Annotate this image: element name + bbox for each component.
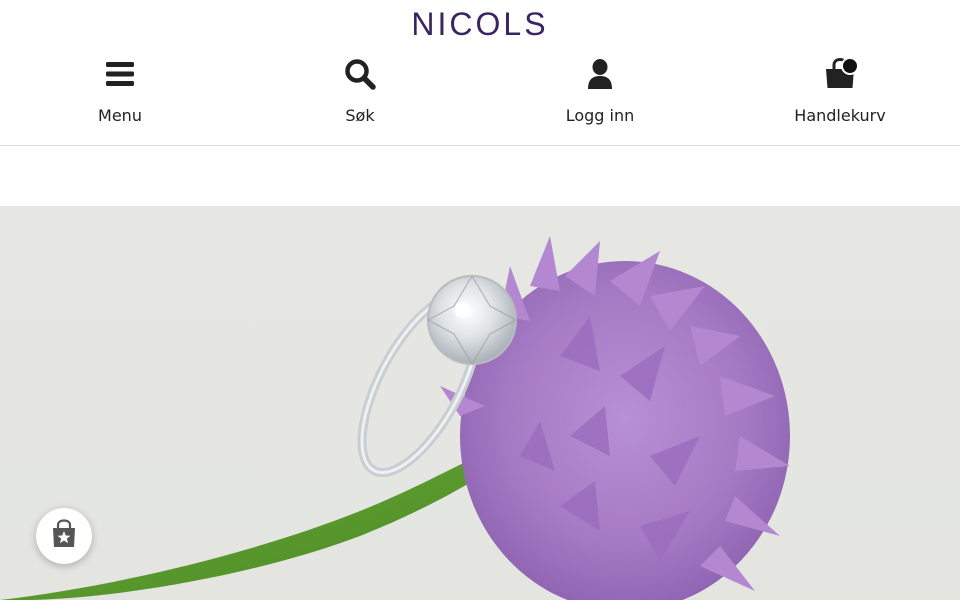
nav-label-search: Søk (345, 106, 375, 125)
page: NICOLS Menu Søk Logg inn Handlekurv (0, 0, 960, 600)
nav-label-cart: Handlekurv (794, 106, 886, 125)
main-nav: Menu Søk Logg inn Handlekurv (0, 56, 960, 128)
nav-item-login[interactable]: Logg inn (480, 56, 720, 128)
reviews-badge-icon (50, 519, 78, 553)
header-divider (0, 145, 960, 146)
search-icon (344, 56, 376, 92)
nav-item-search[interactable]: Søk (240, 56, 480, 128)
hero-banner[interactable] (0, 206, 960, 600)
user-icon (584, 56, 616, 92)
hero-image (0, 236, 790, 600)
nav-item-cart[interactable]: Handlekurv (720, 56, 960, 128)
hamburger-menu-icon (104, 56, 136, 92)
cart-count-badge (841, 57, 859, 75)
logo[interactable]: NICOLS (0, 6, 960, 42)
reviews-badge-button[interactable] (36, 508, 92, 564)
nav-item-menu[interactable]: Menu (0, 56, 240, 128)
nav-label-login: Logg inn (565, 106, 635, 125)
nav-label-menu: Menu (98, 106, 142, 125)
shopping-bag-icon (824, 56, 859, 92)
